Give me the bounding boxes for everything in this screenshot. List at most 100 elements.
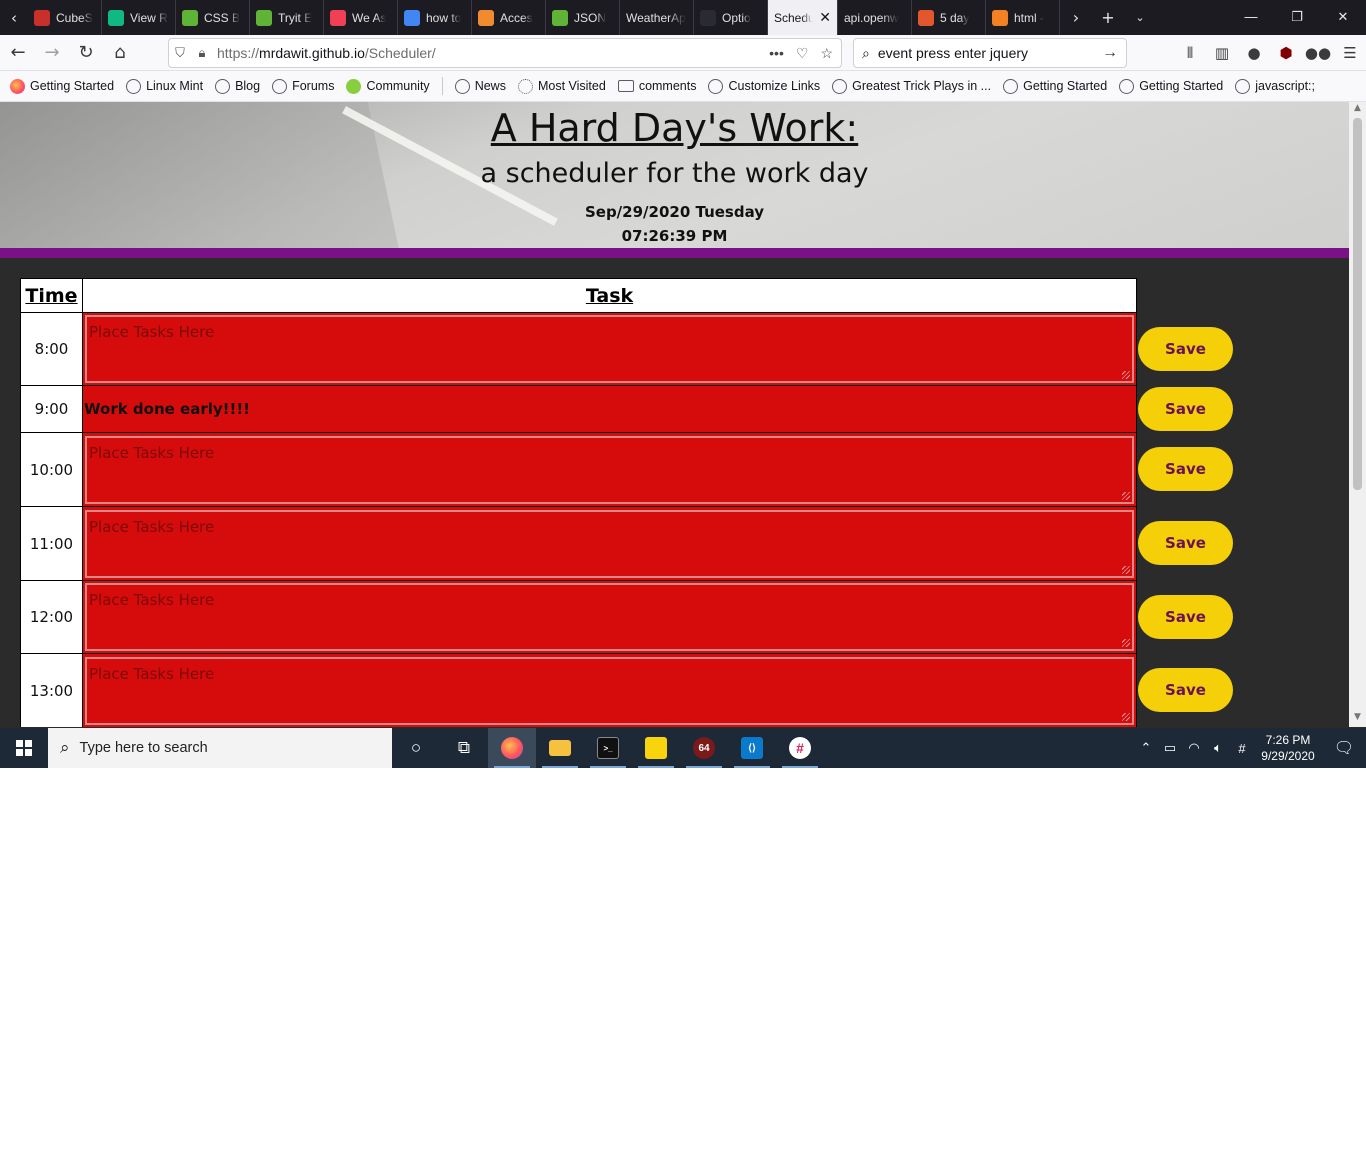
scroll-down-icon[interactable]: ▼: [1349, 712, 1366, 726]
library-icon[interactable]: ⫴: [1174, 37, 1206, 69]
save-button[interactable]: Save: [1138, 447, 1233, 491]
bookmark-item[interactable]: Blog: [215, 78, 260, 94]
list-all-tabs-icon[interactable]: ⌄: [1124, 0, 1156, 35]
bookmark-item[interactable]: comments: [617, 79, 697, 93]
forward-icon[interactable]: →: [36, 37, 68, 69]
search-bar[interactable]: ⌕ event press enter jquery →: [853, 38, 1127, 68]
task-textarea[interactable]: Place Tasks Here: [85, 509, 1134, 578]
slack-tray-icon[interactable]: #: [1230, 741, 1254, 756]
chevron-up-icon[interactable]: ⌃: [1134, 740, 1158, 756]
bookmark-item[interactable]: Getting Started: [1003, 78, 1107, 94]
hour-label: 8:00: [20, 312, 83, 386]
search-go-icon[interactable]: →: [1102, 44, 1118, 62]
close-tab-icon[interactable]: ✕: [819, 9, 831, 26]
browser-tab[interactable]: CSS B: [176, 0, 250, 35]
bookmark-item[interactable]: Getting Started: [10, 78, 114, 94]
scrollbar-thumb[interactable]: [1353, 118, 1362, 490]
save-button[interactable]: Save: [1138, 668, 1233, 712]
browser-tab[interactable]: api.openw: [838, 0, 912, 35]
browser-tab[interactable]: Optio: [694, 0, 768, 35]
bookmark-label: Getting Started: [1139, 79, 1224, 93]
minimize-icon[interactable]: ―: [1228, 0, 1274, 35]
browser-tab[interactable]: html -: [986, 0, 1060, 35]
save-button[interactable]: Save: [1138, 326, 1233, 371]
sidebar-icon[interactable]: ▥: [1206, 37, 1238, 69]
browser-tab[interactable]: View R: [102, 0, 176, 35]
folder-icon: [617, 80, 634, 92]
scroll-up-icon[interactable]: ▲: [1349, 103, 1366, 117]
browser-tab[interactable]: Tryit E: [250, 0, 324, 35]
tab-label: html -: [1014, 10, 1044, 25]
terminal-taskbar-icon[interactable]: >_: [584, 728, 632, 768]
bookmark-item[interactable]: javascript:;: [1235, 78, 1315, 94]
notification-center-icon[interactable]: 🗨︎: [1322, 738, 1366, 758]
page-scrollbar[interactable]: ▲ ▼: [1349, 102, 1366, 727]
task-textarea[interactable]: Place Tasks Here: [85, 656, 1134, 725]
current-date: Sep/29/2020 Tuesday: [584, 203, 765, 221]
taskbar-clock[interactable]: 7:26 PM 9/29/2020: [1254, 732, 1322, 764]
task-text[interactable]: Work done early!!!!: [84, 400, 250, 418]
new-tab-icon[interactable]: +: [1092, 0, 1124, 35]
file-explorer-taskbar-icon[interactable]: [536, 728, 584, 768]
search-input[interactable]: event press enter jquery: [878, 45, 1028, 61]
tab-scroll-left-icon[interactable]: ‹: [0, 0, 28, 35]
task-view-icon[interactable]: ⧉: [440, 728, 488, 768]
url-protocol: https://: [217, 45, 260, 61]
task-textarea[interactable]: Place Tasks Here: [85, 315, 1134, 383]
volume-icon[interactable]: 🔈︎: [1206, 740, 1230, 756]
reload-icon[interactable]: ↻: [70, 37, 102, 69]
browser-tab[interactable]: Acces: [472, 0, 546, 35]
start-button[interactable]: [0, 728, 48, 768]
firefox-taskbar-icon[interactable]: [488, 728, 536, 768]
taskbar-search[interactable]: ⌕ Type here to search: [48, 728, 392, 768]
task-textarea[interactable]: Place Tasks Here: [85, 583, 1134, 651]
save-button[interactable]: Save: [1138, 386, 1233, 431]
save-button[interactable]: Save: [1138, 521, 1233, 565]
close-window-icon[interactable]: ✕: [1320, 0, 1366, 35]
tab-scroll-right-icon[interactable]: ›: [1060, 0, 1092, 35]
task-textarea[interactable]: Place Tasks Here: [85, 435, 1134, 504]
cortana-icon[interactable]: ○: [392, 728, 440, 768]
shield-icon[interactable]: ⛉: [169, 45, 191, 61]
restore-icon[interactable]: ❐: [1274, 0, 1320, 35]
bookmark-label: comments: [638, 79, 697, 93]
ublock-icon[interactable]: ⬢: [1270, 37, 1302, 69]
menu-icon[interactable]: ☰: [1334, 37, 1366, 69]
pocket-icon[interactable]: ♡: [796, 45, 809, 62]
tab-label: Schedu: [774, 10, 814, 25]
bookmark-item[interactable]: Getting Started: [1119, 78, 1224, 94]
bookmark-item[interactable]: Greatest Trick Plays in ...: [832, 78, 991, 94]
browser-tab[interactable]: JSON: [546, 0, 620, 35]
wifi-icon[interactable]: ◠: [1182, 740, 1206, 756]
tab-label: api.openw: [844, 10, 899, 25]
slack-taskbar-icon[interactable]: #: [776, 728, 824, 768]
bookmark-item[interactable]: Most Visited: [517, 78, 606, 94]
lock-icon[interactable]: 🔒︎: [191, 45, 213, 61]
browser-tab[interactable]: We As: [324, 0, 398, 35]
browser-tab[interactable]: Schedu ✕: [768, 0, 838, 35]
bookmark-item[interactable]: Linux Mint: [126, 78, 203, 94]
sticky-notes-taskbar-icon[interactable]: [632, 728, 680, 768]
browser-tab[interactable]: CubeS: [28, 0, 102, 35]
url-text[interactable]: https://mrdawit.github.io/Scheduler/: [217, 45, 436, 61]
browser-tab[interactable]: how to: [398, 0, 472, 35]
back-icon[interactable]: ←: [2, 37, 34, 69]
battery-icon[interactable]: ▭: [1158, 740, 1182, 756]
url-bar[interactable]: ⛉ 🔒︎ https://mrdawit.github.io/Scheduler…: [168, 38, 842, 68]
bookmark-item[interactable]: Forums: [272, 78, 334, 94]
vscode-taskbar-icon[interactable]: ⟨⟩: [728, 728, 776, 768]
bookmark-item[interactable]: Community: [346, 78, 430, 94]
taskbar-search-input[interactable]: Type here to search: [80, 740, 208, 756]
bookmark-star-icon[interactable]: ☆: [820, 45, 833, 62]
extension-icon[interactable]: ●●: [1302, 37, 1334, 69]
app-taskbar-icon[interactable]: 64: [680, 728, 728, 768]
page-actions-icon[interactable]: •••: [769, 45, 784, 62]
save-button[interactable]: Save: [1138, 594, 1233, 639]
account-icon[interactable]: ●: [1238, 37, 1270, 69]
home-icon[interactable]: ⌂: [104, 37, 136, 69]
bookmark-item[interactable]: Customize Links: [708, 78, 820, 94]
browser-tab[interactable]: WeatherAp: [620, 0, 694, 35]
bookmark-item[interactable]: News: [454, 78, 506, 94]
weather-icon: [918, 9, 934, 26]
browser-tab[interactable]: 5 day: [912, 0, 986, 35]
